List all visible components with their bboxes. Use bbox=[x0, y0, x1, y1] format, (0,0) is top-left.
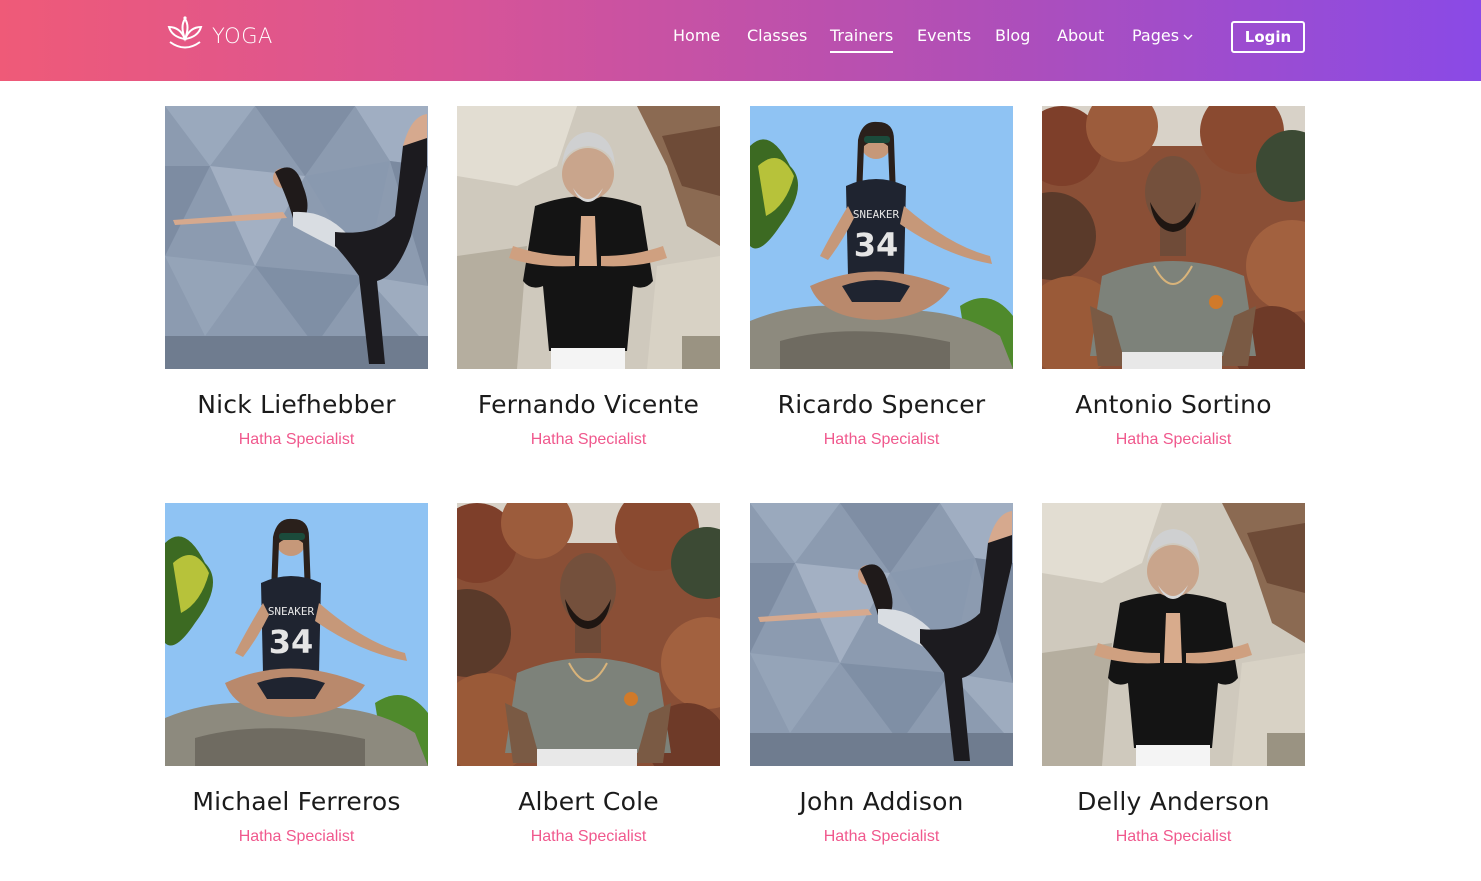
trainer-photo bbox=[1042, 503, 1305, 766]
trainer-photo bbox=[750, 106, 1013, 369]
nav-events[interactable]: Events bbox=[917, 24, 971, 51]
trainer-card[interactable]: John Addison Hatha Specialist bbox=[750, 503, 1013, 853]
trainer-card[interactable]: Albert Cole Hatha Specialist bbox=[457, 503, 720, 853]
trainer-role: Hatha Specialist bbox=[238, 431, 355, 448]
trainer-name: Antonio Sortino bbox=[1075, 390, 1272, 419]
trainer-name: Nick Liefhebber bbox=[197, 390, 396, 419]
nav-trainers[interactable]: Trainers bbox=[830, 24, 894, 53]
trainer-card[interactable]: Fernando Vicente Hatha Specialist bbox=[457, 106, 720, 456]
trainer-card[interactable]: Delly Anderson Hatha Specialist bbox=[1042, 503, 1305, 853]
nav-blog[interactable]: Blog bbox=[995, 24, 1030, 51]
trainer-photo bbox=[750, 503, 1013, 766]
trainer-role: Hatha Specialist bbox=[1115, 431, 1232, 448]
trainer-role: Hatha Specialist bbox=[530, 828, 647, 845]
trainer-photo bbox=[457, 106, 720, 369]
trainer-name: Michael Ferreros bbox=[192, 787, 401, 816]
trainer-role: Hatha Specialist bbox=[530, 431, 647, 448]
trainer-name: Albert Cole bbox=[518, 787, 659, 816]
site-header: YOGA Home Classes Trainers Events Blog A… bbox=[0, 0, 1481, 81]
login-button[interactable]: Login bbox=[1231, 21, 1305, 53]
trainer-card[interactable]: Michael Ferreros Hatha Specialist bbox=[165, 503, 428, 853]
trainer-card[interactable]: Nick Liefhebber Hatha Specialist bbox=[165, 106, 428, 456]
nav-classes[interactable]: Classes bbox=[747, 24, 807, 51]
trainer-name: John Addison bbox=[799, 787, 964, 816]
trainer-card[interactable]: Ricardo Spencer Hatha Specialist bbox=[750, 106, 1013, 456]
trainer-name: Delly Anderson bbox=[1077, 787, 1270, 816]
trainer-photo bbox=[1042, 106, 1305, 369]
trainer-role: Hatha Specialist bbox=[823, 431, 940, 448]
trainer-card[interactable]: Antonio Sortino Hatha Specialist bbox=[1042, 106, 1305, 456]
trainer-role: Hatha Specialist bbox=[823, 828, 940, 845]
trainer-name: Ricardo Spencer bbox=[777, 390, 986, 419]
trainer-name: Fernando Vicente bbox=[477, 390, 700, 419]
trainer-role: Hatha Specialist bbox=[1115, 828, 1232, 845]
trainer-photo bbox=[165, 503, 428, 766]
trainer-photo bbox=[165, 106, 428, 369]
nav-about[interactable]: About bbox=[1057, 24, 1104, 51]
trainer-photo bbox=[457, 503, 720, 766]
trainer-role: Hatha Specialist bbox=[238, 828, 355, 845]
nav-pages-dropdown[interactable]: Pages bbox=[1132, 24, 1194, 51]
nav-pages-label: Pages bbox=[1132, 26, 1180, 45]
nav-home[interactable]: Home bbox=[673, 24, 720, 51]
chevron-down-icon bbox=[1183, 34, 1193, 40]
